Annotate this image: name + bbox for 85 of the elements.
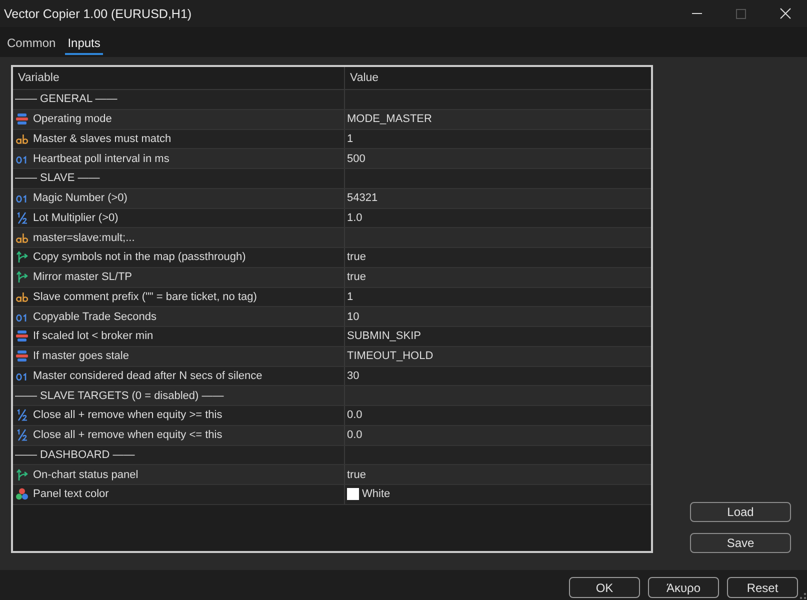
tab[interactable]: Inputs [64, 33, 104, 55]
parameter-name: Copy symbols not in the map (passthrough) [33, 251, 246, 264]
parameter-name: Operating mode [33, 113, 112, 126]
table-row[interactable]: If master goes stale TIMEOUT_HOLD [13, 346, 651, 366]
table-row[interactable]: Copy symbols not in the map (passthrough) true [13, 248, 651, 268]
section-heading: —— SLAVE TARGETS (0 = disabled) —— [15, 390, 224, 402]
branch-arrows-icon [16, 468, 28, 481]
integer-type-icon [16, 192, 28, 204]
table-row[interactable]: Lot Multiplier (>0) 1.0 [13, 208, 651, 228]
parameter-name: Lot Multiplier (>0) [33, 212, 118, 224]
parameter-value: TIMEOUT_HOLD [347, 350, 434, 362]
parameter-value: MODE_MASTER [347, 113, 432, 126]
branch-arrows-icon [16, 251, 28, 264]
parameter-value: 0.0 [347, 429, 362, 442]
parameter-name: master=slave:mult;... [33, 232, 135, 244]
parameter-value: 1 [347, 132, 354, 145]
table-row[interactable]: Master & slaves must match 1 [13, 130, 651, 150]
section-heading: —— GENERAL —— [15, 93, 118, 106]
stacked-bars-icon [16, 350, 28, 362]
parameter-value: 1.0 [347, 212, 362, 224]
table-row[interactable]: Magic Number (>0) 54321 [13, 188, 651, 208]
parameter-value: true [347, 251, 366, 264]
text-type-icon [16, 132, 28, 145]
parameter-name: On-chart status panel [33, 468, 138, 481]
parameter-name: If master goes stale [33, 350, 129, 362]
parameter-name: Close all + remove when equity <= this [33, 429, 222, 442]
column-header: Variable [18, 72, 60, 84]
parameter-value: 10 [347, 310, 360, 323]
parameter-name: Mirror master SL/TP [33, 271, 132, 284]
text-type-icon [16, 232, 28, 244]
parameter-value: SUBMIN_SKIP [347, 330, 421, 342]
parameter-name: Panel text color [33, 488, 109, 500]
table-row[interactable]: —— GENERAL —— [13, 90, 651, 110]
section-heading: —— DASHBOARD —— [15, 448, 135, 461]
fraction-icon [16, 409, 28, 422]
table-row[interactable]: Panel text color White [13, 485, 651, 505]
close-icon [780, 8, 790, 19]
parameter-value: true [347, 271, 366, 284]
stacked-bars-icon [16, 330, 28, 342]
parameter-value: White [362, 488, 390, 500]
parameter-name: Master & slaves must match [33, 132, 172, 145]
parameter-value: 54321 [347, 192, 378, 204]
side-button[interactable]: Save [690, 533, 791, 553]
table-row[interactable]: —— SLAVE TARGETS (0 = disabled) —— [13, 386, 651, 406]
side-button[interactable]: Load [690, 502, 791, 522]
resize-grip-icon[interactable] [800, 593, 806, 599]
parameter-name: If scaled lot < broker min [33, 330, 154, 342]
table-row[interactable]: If scaled lot < broker min SUBMIN_SKIP [13, 327, 651, 347]
parameter-name: Slave comment prefix ("" = bare ticket, no tag) [33, 290, 257, 303]
parameter-name: Master considered dead after N secs of silence [33, 370, 262, 382]
parameter-name: Copyable Trade Seconds [33, 310, 157, 323]
color-circles-icon [16, 488, 28, 500]
table-row[interactable]: Copyable Trade Seconds 10 [13, 307, 651, 327]
table-row[interactable]: Mirror master SL/TP true [13, 268, 651, 288]
parameter-value: 500 [347, 152, 366, 165]
section-heading: —— SLAVE —— [15, 172, 100, 184]
parameter-name: Close all + remove when equity >= this [33, 409, 222, 422]
parameter-value: 0.0 [347, 409, 362, 422]
table-row[interactable]: —— DASHBOARD —— [13, 446, 651, 466]
table-row[interactable]: Slave comment prefix ("" = bare ticket, no tag) 1 [13, 288, 651, 308]
parameter-value: 1 [347, 290, 354, 303]
table-row[interactable]: master=slave:mult;... [13, 228, 651, 248]
table-row[interactable]: On-chart status panel true [13, 465, 651, 485]
table-row[interactable]: —— SLAVE —— [13, 169, 651, 189]
dialog-button[interactable]: OK [569, 577, 640, 598]
tab[interactable]: Common [4, 33, 59, 55]
text-type-icon [16, 290, 28, 303]
table-row[interactable]: Master considered dead after N secs of silence 30 [13, 366, 651, 386]
minimize-icon [692, 13, 702, 14]
table-row[interactable]: Operating mode MODE_MASTER [13, 110, 651, 130]
stacked-bars-icon [16, 113, 28, 126]
table-row[interactable]: Close all + remove when equity <= this 0.0 [13, 426, 651, 446]
window-title: Vector Copier 1.00 (EURUSD,H1) [3, 6, 193, 20]
parameter-name: Magic Number (>0) [33, 192, 128, 204]
parameter-value: 30 [347, 370, 360, 382]
dialog-button[interactable]: Άκυρο [648, 577, 719, 598]
parameter-value: true [347, 468, 366, 481]
dialog-button[interactable]: Reset [727, 577, 798, 598]
column-header: Value [350, 72, 379, 84]
table-row[interactable]: Close all + remove when equity >= this 0.0 [13, 406, 651, 426]
branch-arrows-icon [16, 271, 28, 284]
table-row[interactable]: Heartbeat poll interval in ms 500 [13, 149, 651, 169]
parameter-name: Heartbeat poll interval in ms [33, 152, 170, 165]
fraction-icon [16, 429, 28, 442]
fraction-icon [16, 212, 28, 224]
